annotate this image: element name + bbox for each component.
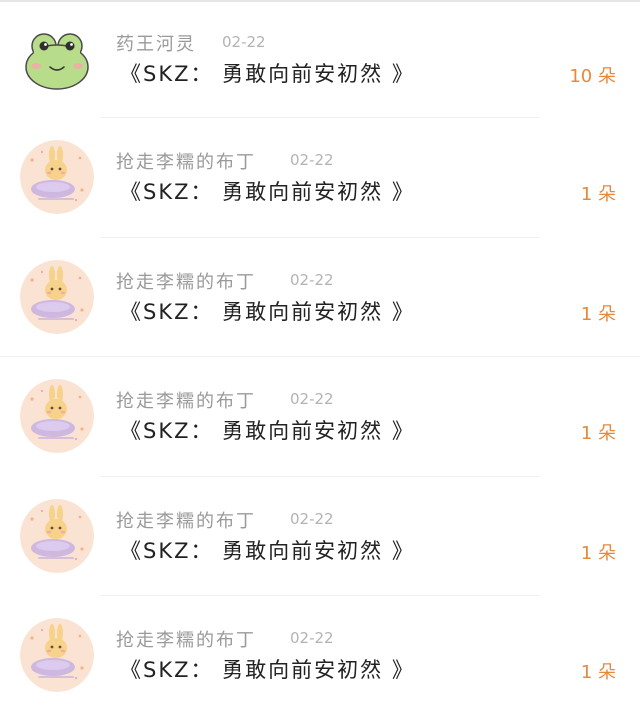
user-name[interactable]: 抢走李糯的布丁: [116, 148, 256, 174]
book-title[interactable]: 《SKZ： 勇敢向前安初然 》: [120, 654, 415, 684]
user-name[interactable]: 抢走李糯的布丁: [116, 507, 256, 533]
post-date: 02-22: [290, 151, 334, 169]
list-item[interactable]: 抢走李糯的布丁 02-22 《SKZ： 勇敢向前安初然 》 1 朵: [0, 118, 640, 238]
flower-count: 1 朵: [580, 542, 616, 564]
bunny-avatar-icon[interactable]: [20, 618, 94, 692]
bunny-avatar-icon[interactable]: [20, 498, 94, 573]
user-name[interactable]: 抢走李糯的布丁: [116, 626, 256, 652]
flower-count: 1 朵: [580, 184, 616, 205]
bunny-avatar-icon[interactable]: [20, 379, 94, 453]
book-title[interactable]: 《SKZ： 勇敢向前安初然 》: [120, 296, 415, 326]
post-date: 02-22: [222, 33, 266, 51]
gift-record-list: 药王河灵 02-22 《SKZ： 勇敢向前安初然 》 10 朵 抢走李糯的布丁 …: [0, 0, 640, 716]
flower-count: 10 朵: [569, 66, 616, 87]
book-title[interactable]: 《SKZ： 勇敢向前安初然 》: [120, 535, 415, 565]
flower-count: 1 朵: [580, 423, 616, 444]
flower-count: 1 朵: [580, 303, 616, 325]
bunny-avatar-icon[interactable]: [20, 259, 94, 334]
book-title[interactable]: 《SKZ： 勇敢向前安初然 》: [120, 415, 415, 445]
book-title[interactable]: 《SKZ： 勇敢向前安初然 》: [120, 58, 415, 88]
post-date: 02-22: [290, 509, 334, 528]
flower-count: 1 朵: [580, 662, 616, 683]
frog-avatar-icon[interactable]: [20, 22, 94, 96]
post-date: 02-22: [290, 629, 334, 647]
user-name[interactable]: 抢走李糯的布丁: [116, 387, 256, 413]
list-item[interactable]: 抢走李糯的布丁 02-22 《SKZ： 勇敢向前安初然 》 1 朵: [0, 238, 640, 357]
list-item[interactable]: 药王河灵 02-22 《SKZ： 勇敢向前安初然 》 10 朵: [0, 0, 640, 118]
book-title[interactable]: 《SKZ： 勇敢向前安初然 》: [120, 176, 415, 206]
list-item[interactable]: 抢走李糯的布丁 02-22 《SKZ： 勇敢向前安初然 》 1 朵: [0, 357, 640, 477]
list-item[interactable]: 抢走李糯的布丁 02-22 《SKZ： 勇敢向前安初然 》 1 朵: [0, 596, 640, 716]
post-date: 02-22: [290, 270, 334, 289]
bunny-avatar-icon[interactable]: [20, 140, 94, 214]
user-name[interactable]: 药王河灵: [116, 30, 196, 56]
list-item[interactable]: 抢走李糯的布丁 02-22 《SKZ： 勇敢向前安初然 》 1 朵: [0, 477, 640, 596]
user-name[interactable]: 抢走李糯的布丁: [116, 268, 256, 294]
post-date: 02-22: [290, 390, 334, 408]
